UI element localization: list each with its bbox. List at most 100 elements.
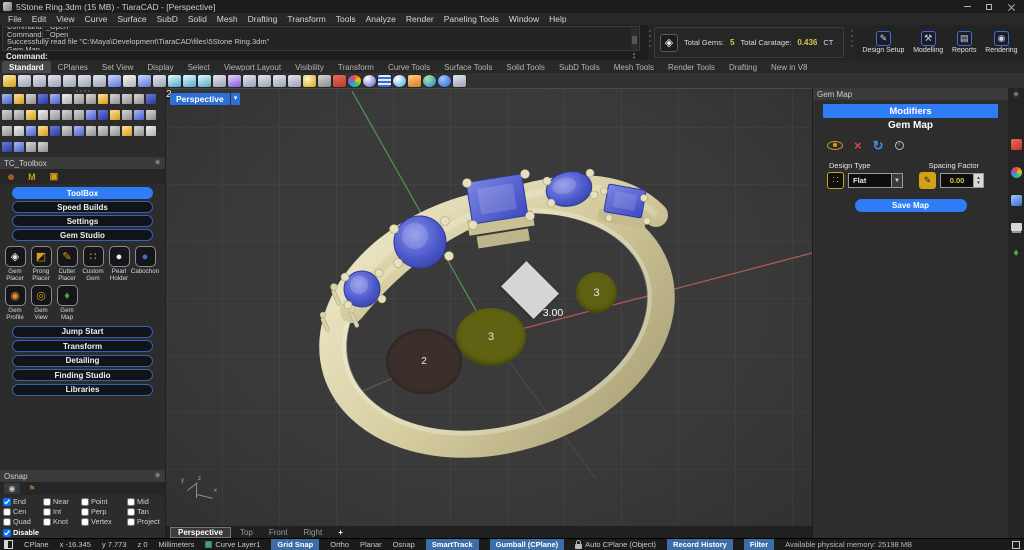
viewport-layout-icon[interactable] <box>243 75 256 87</box>
gem-map-tool[interactable]: ♦ Gem Map <box>54 285 80 321</box>
reports-button[interactable]: ▤ Reports <box>952 31 977 54</box>
properties-icon[interactable] <box>303 75 316 87</box>
spinner-arrows[interactable]: ▲▼ <box>974 173 984 188</box>
viewport-tab-perspective[interactable]: Perspective <box>170 527 231 538</box>
project-icon[interactable] <box>110 126 120 136</box>
save-map-button[interactable]: Save Map <box>855 199 967 212</box>
rotate-view-icon[interactable] <box>228 75 241 87</box>
tab-viewport-layout[interactable]: Viewport Layout <box>217 61 288 73</box>
osnap-vertex[interactable]: Vertex <box>81 517 127 526</box>
osnap-checkbox[interactable] <box>127 498 135 506</box>
render-sphere-icon[interactable] <box>378 75 391 87</box>
grid-snap-toggle[interactable]: Grid Snap <box>271 539 319 550</box>
zoom-extents-icon[interactable] <box>198 75 211 87</box>
box-icon[interactable] <box>2 110 12 120</box>
gem-size-marker[interactable]: 2 <box>386 329 462 394</box>
command-history[interactable]: Command: _Open Command: _Open Successful… <box>2 26 640 51</box>
sphere-icon[interactable] <box>14 110 24 120</box>
cut-icon[interactable] <box>78 75 91 87</box>
menu-item[interactable]: Paneling Tools <box>439 14 504 24</box>
osnap-checkbox[interactable] <box>3 508 11 516</box>
transform-button[interactable]: Transform <box>12 340 153 352</box>
split-icon[interactable] <box>122 126 132 136</box>
prong-placer-tool[interactable]: ◩ Prong Placer <box>28 246 54 282</box>
viewport-tab-front[interactable]: Front <box>262 527 295 538</box>
tab-subd-tools[interactable]: SubD Tools <box>552 61 607 73</box>
osnap-int[interactable]: Int <box>43 507 81 516</box>
menu-item[interactable]: Help <box>544 14 571 24</box>
osnap-quad[interactable]: Quad <box>3 517 43 526</box>
osnap-tan[interactable]: Tan <box>127 507 165 516</box>
boolean-union-icon[interactable] <box>110 110 120 120</box>
tab-mesh-tools[interactable]: Mesh Tools <box>607 61 661 73</box>
sweep-icon[interactable] <box>134 110 144 120</box>
close-button[interactable] <box>1000 0 1022 13</box>
loft-icon[interactable] <box>86 110 96 120</box>
chevron-down-icon[interactable]: ▼ <box>892 173 903 188</box>
curve-icon[interactable] <box>110 94 120 104</box>
chevron-down-icon[interactable]: ▾ <box>231 93 241 105</box>
pearl-holder-tool[interactable]: ● Pearl Holder <box>106 246 132 282</box>
gem-view-tool[interactable]: ◎ Gem View <box>28 285 54 321</box>
gumball-toggle[interactable]: Gumball (CPlane) <box>490 539 565 550</box>
revolve-icon[interactable] <box>98 110 108 120</box>
new-file-icon[interactable] <box>3 75 16 87</box>
menu-item[interactable]: Curve <box>80 14 113 24</box>
world-icon[interactable] <box>438 75 451 87</box>
cone-icon[interactable] <box>38 110 48 120</box>
toolbox-button[interactable]: ToolBox <box>12 187 153 199</box>
viewport-title-menu[interactable]: Perspective ▾ <box>170 93 240 105</box>
design-setup-button[interactable]: ✎ Design Setup <box>862 31 904 54</box>
osnap-point[interactable]: Point <box>81 497 127 506</box>
cage-icon[interactable] <box>146 110 156 120</box>
array-icon[interactable] <box>50 126 60 136</box>
tab-transform[interactable]: Transform <box>331 61 381 73</box>
command-scrollbar[interactable] <box>631 28 638 51</box>
bend-icon[interactable] <box>74 126 84 136</box>
move-icon[interactable] <box>2 126 12 136</box>
ring-tab-icon[interactable]: ◍ <box>8 173 14 181</box>
print-icon[interactable] <box>48 75 61 87</box>
scale-icon[interactable] <box>26 126 36 136</box>
gem-studio-button[interactable]: Gem Studio <box>12 229 153 241</box>
menu-item[interactable]: File <box>3 14 27 24</box>
save-icon[interactable] <box>33 75 46 87</box>
paste-icon[interactable] <box>108 75 121 87</box>
cylinder-icon[interactable] <box>26 110 36 120</box>
osnap-checkbox[interactable] <box>3 518 11 526</box>
osnap-header[interactable]: Osnap ✳ <box>0 470 165 482</box>
gear-icon[interactable]: ✳ <box>1013 91 1020 99</box>
cutter-placer-tool[interactable]: ✎ Cutter Placer <box>54 246 80 282</box>
tab-visibility[interactable]: Visibility <box>288 61 331 73</box>
osnap-tab-icon[interactable]: ◉ <box>4 483 20 494</box>
sun-icon[interactable] <box>423 75 436 87</box>
pipe-icon[interactable] <box>62 110 72 120</box>
cabochon-tool[interactable]: ● Cabochon <box>132 246 158 282</box>
help-icon[interactable] <box>453 75 466 87</box>
osnap-checkbox[interactable] <box>81 518 89 526</box>
open-file-icon[interactable] <box>18 75 31 87</box>
tab-display[interactable]: Display <box>140 61 180 73</box>
tab-drafting[interactable]: Drafting <box>722 61 764 73</box>
rectangle-icon[interactable] <box>38 94 48 104</box>
osnap-project[interactable]: Project <box>127 517 165 526</box>
twist-icon[interactable] <box>86 126 96 136</box>
ortho-toggle[interactable]: Ortho <box>330 539 349 550</box>
rotate-icon[interactable] <box>14 126 24 136</box>
libraries-button[interactable]: Libraries <box>12 384 153 396</box>
arc-icon[interactable] <box>74 94 84 104</box>
gem-map-panel-header[interactable]: Gem Map <box>813 88 1008 100</box>
osnap-perp[interactable]: Perp <box>81 507 127 516</box>
check-icon[interactable] <box>14 142 24 152</box>
gem-size-marker[interactable]: 3 <box>576 272 617 313</box>
pane-icon[interactable] <box>4 540 13 549</box>
osnap-knot[interactable]: Knot <box>43 517 81 526</box>
finding-studio-button[interactable]: Finding Studio <box>12 369 153 381</box>
lamp-icon[interactable] <box>318 75 331 87</box>
menu-item[interactable]: Analyze <box>361 14 401 24</box>
flow-icon[interactable] <box>98 126 108 136</box>
tab-curve-tools[interactable]: Curve Tools <box>381 61 437 73</box>
osnap-checkbox[interactable] <box>81 508 89 516</box>
command-prompt[interactable]: Command: ▲▼ <box>2 52 640 60</box>
undo-icon[interactable] <box>123 75 136 87</box>
